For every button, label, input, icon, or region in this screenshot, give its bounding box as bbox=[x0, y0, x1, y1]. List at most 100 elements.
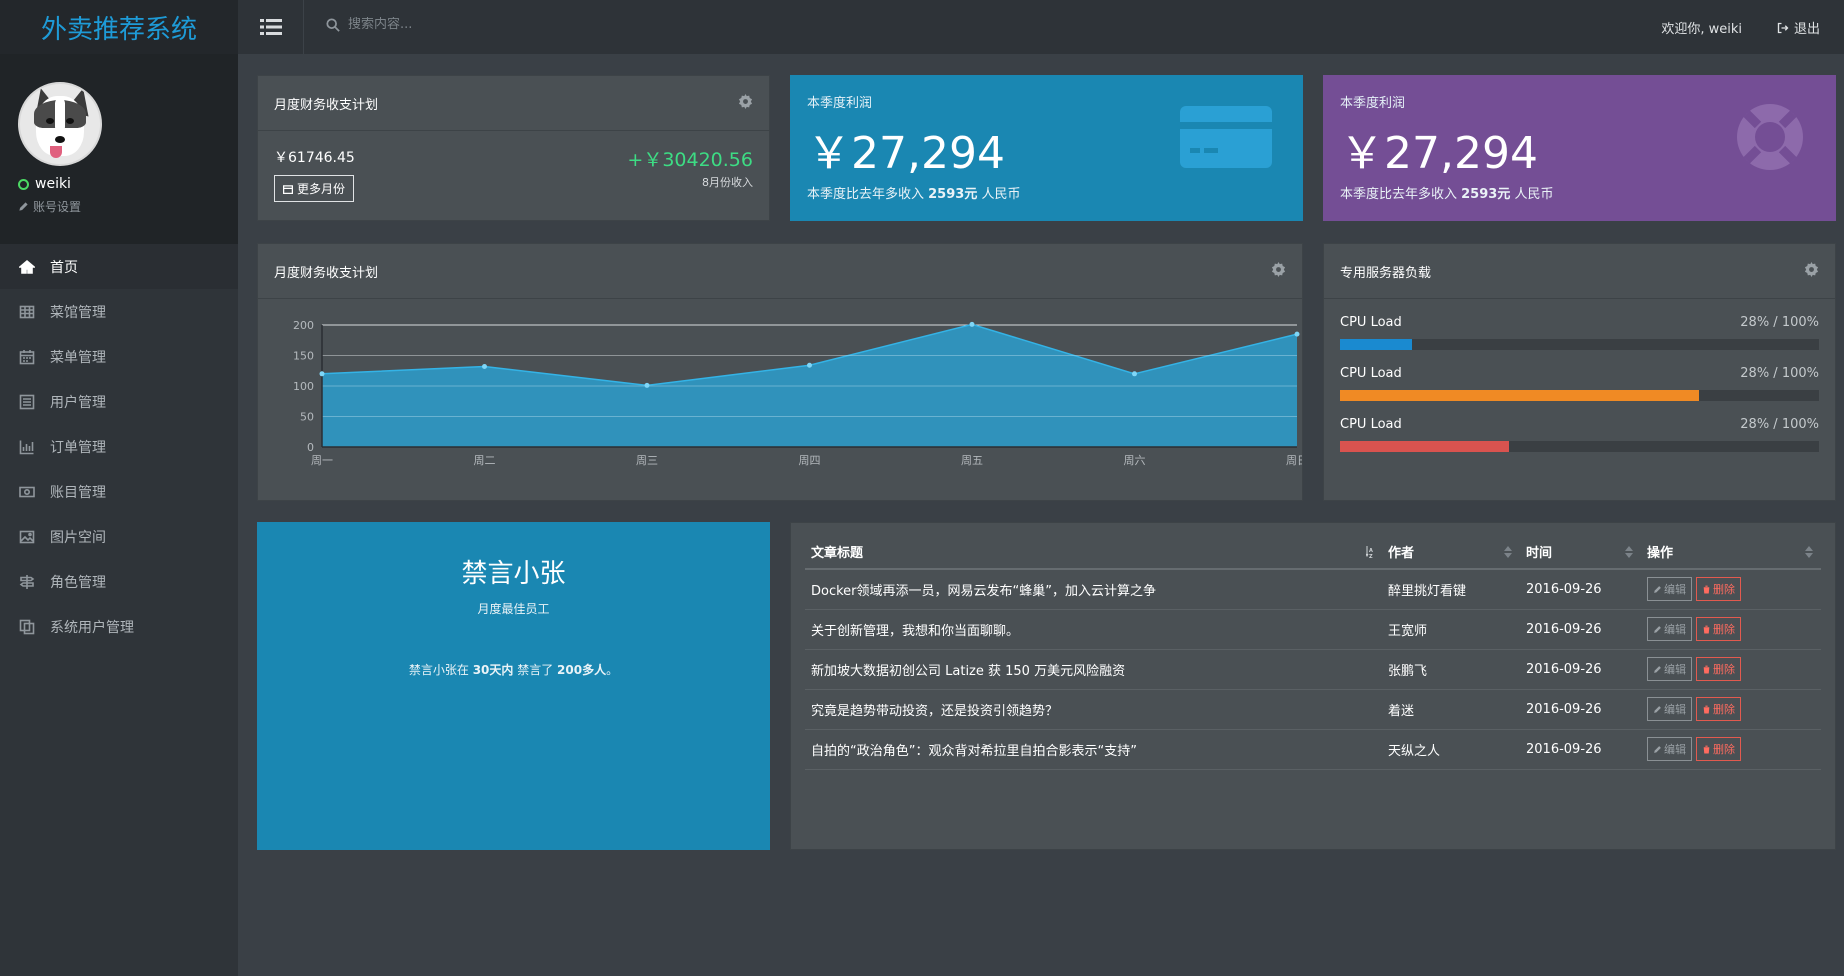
article-date: 2016-09-26 bbox=[1520, 569, 1641, 610]
article-actions: 编辑 删除 bbox=[1641, 609, 1821, 650]
y-tick-label: 0 bbox=[307, 441, 314, 454]
edit-button[interactable]: 编辑 bbox=[1647, 577, 1692, 602]
server-load-pct: 28% / 100% bbox=[1740, 417, 1819, 432]
article-author: 天纵之人 bbox=[1382, 729, 1520, 770]
copy-icon bbox=[18, 618, 36, 636]
chart-panel: 月度财务收支计划 0 50 100 150 200 周一 周二 周三 周四 周五 周六 周日 bbox=[257, 243, 1308, 501]
sidebar-item-menus[interactable]: 菜单管理 bbox=[0, 334, 238, 379]
gear-icon[interactable] bbox=[1271, 261, 1286, 281]
sidebar-item-orders[interactable]: 订单管理 bbox=[0, 424, 238, 469]
article-title[interactable]: 新加坡大数据初创公司 Latize 获 150 万美元风险融资 bbox=[805, 649, 1382, 690]
employee-subtitle: 月度最佳员工 bbox=[477, 602, 550, 616]
article-title[interactable]: 究竟是趋势带动投资，还是投资引领趋势？ bbox=[805, 689, 1382, 730]
trash-icon bbox=[1703, 625, 1710, 633]
article-author: 醉里挑灯看键 bbox=[1382, 569, 1520, 610]
gear-icon[interactable] bbox=[738, 93, 753, 113]
finance-panel: 月度财务收支计划 ￥61746.45 更多月份 +￥30420.56 8月份收入 bbox=[257, 75, 770, 221]
sidebar-item-label: 首页 bbox=[50, 259, 78, 276]
avatar[interactable] bbox=[18, 82, 102, 166]
server-load-label: CPU Load bbox=[1340, 315, 1402, 330]
sidebar-item-label: 图片空间 bbox=[50, 529, 106, 546]
sort-icon bbox=[1504, 546, 1512, 558]
app-logo[interactable]: 外卖推荐系统 bbox=[0, 0, 238, 54]
employee-name: 禁言小张 bbox=[461, 559, 566, 589]
data-point bbox=[1132, 371, 1137, 377]
server-panel: 专用服务器负载 CPU Load 28% / 100% CPU Load 28% /… bbox=[1323, 243, 1836, 501]
search-icon bbox=[326, 17, 340, 32]
edit-button[interactable]: 编辑 bbox=[1647, 737, 1692, 761]
sidebar-item-roles[interactable]: 角色管理 bbox=[0, 559, 238, 604]
edit-button[interactable]: 编辑 bbox=[1647, 657, 1692, 681]
account-settings-link[interactable]: 账号设置 bbox=[18, 198, 238, 215]
trash-icon bbox=[1703, 745, 1710, 753]
y-tick-label: 100 bbox=[293, 380, 314, 393]
edit-label: 编辑 bbox=[1664, 743, 1686, 756]
article-title[interactable]: 关于创新管理，我想和你当面聊聊。 bbox=[805, 609, 1382, 650]
username: weiki bbox=[18, 176, 238, 192]
progress-track bbox=[1340, 390, 1819, 401]
article-date: 2016-09-26 bbox=[1520, 609, 1641, 650]
edit-button[interactable]: 编辑 bbox=[1647, 697, 1692, 721]
menu-toggle-button[interactable] bbox=[238, 0, 304, 54]
article-author: 王宽师 bbox=[1382, 609, 1520, 650]
table-row: 关于创新管理，我想和你当面聊聊。 王宽师 2016-09-26 编辑 删除 bbox=[805, 609, 1821, 650]
table-row: 究竟是趋势带动投资，还是投资引领趋势？ 着迷 2016-09-26 编辑 删除 bbox=[805, 689, 1821, 730]
income-block: +￥30420.56 8月份收入 bbox=[627, 145, 753, 190]
x-tick-label: 周日 bbox=[1286, 454, 1302, 467]
sidebar-item-home[interactable]: 首页 bbox=[0, 244, 238, 289]
article-actions: 编辑 删除 bbox=[1641, 649, 1821, 690]
delete-label: 删除 bbox=[1713, 743, 1735, 756]
articles-panel: 文章标题 AZ 作者 时间 操作 Docker领域再添一员，网易云发布“蜂巢”，… bbox=[790, 522, 1836, 850]
pencil-icon bbox=[19, 202, 28, 211]
sidebar-item-accounts[interactable]: 账目管理 bbox=[0, 469, 238, 514]
picture-icon bbox=[18, 528, 36, 546]
pencil-icon bbox=[1654, 705, 1661, 713]
server-load-row: CPU Load 28% / 100% bbox=[1324, 366, 1835, 401]
top-header: 欢迎你, weiki 退出 bbox=[238, 0, 1844, 54]
delete-button[interactable]: 删除 bbox=[1696, 617, 1741, 641]
column-header-actions[interactable]: 操作 bbox=[1641, 535, 1821, 570]
trash-icon bbox=[1703, 585, 1710, 594]
article-title[interactable]: 自拍的“政治角色”：观众背对希拉里自拍合影表示“支持” bbox=[805, 729, 1382, 770]
pencil-icon bbox=[1654, 585, 1661, 593]
logout-label: 退出 bbox=[1793, 22, 1820, 37]
x-tick-label: 周三 bbox=[636, 454, 658, 467]
more-months-button[interactable]: 更多月份 bbox=[274, 175, 355, 202]
column-header-date[interactable]: 时间 bbox=[1520, 535, 1641, 570]
server-panel-header: 专用服务器负载 bbox=[1324, 244, 1835, 299]
account-settings-label: 账号设置 bbox=[33, 200, 82, 214]
column-header-author[interactable]: 作者 bbox=[1382, 535, 1520, 570]
username-label: weiki bbox=[35, 176, 71, 192]
finance-body: ￥61746.45 更多月份 +￥30420.56 8月份收入 bbox=[258, 131, 769, 221]
profit-card-1: 本季度利润 ￥27,294 本季度比去年多收入 2593元 人民币 bbox=[790, 75, 1303, 221]
delete-button[interactable]: 删除 bbox=[1696, 697, 1741, 721]
delete-button[interactable]: 删除 bbox=[1696, 657, 1741, 681]
svg-text:Z: Z bbox=[1369, 554, 1373, 558]
delete-button[interactable]: 删除 bbox=[1696, 577, 1741, 602]
sidebar-item-restaurants[interactable]: 菜馆管理 bbox=[0, 289, 238, 334]
server-load-pct: 28% / 100% bbox=[1740, 315, 1819, 330]
gear-icon[interactable] bbox=[1804, 261, 1819, 281]
profit-desc: 本季度比去年多收入 2593元 人民币 bbox=[807, 187, 1021, 202]
calendar-icon bbox=[18, 348, 36, 366]
edit-label: 编辑 bbox=[1664, 703, 1686, 716]
edit-button[interactable]: 编辑 bbox=[1647, 617, 1692, 641]
article-actions: 编辑 删除 bbox=[1641, 729, 1821, 770]
sidebar-item-label: 系统用户管理 bbox=[50, 619, 134, 636]
delete-button[interactable]: 删除 bbox=[1696, 737, 1741, 761]
progress-track bbox=[1340, 441, 1819, 452]
trash-icon bbox=[1703, 705, 1710, 713]
search-input[interactable] bbox=[348, 17, 648, 32]
table-row: 自拍的“政治角色”：观众背对希拉里自拍合影表示“支持” 天纵之人 2016-09-2… bbox=[805, 729, 1821, 770]
logout-button[interactable]: 退出 bbox=[1777, 18, 1820, 37]
sidebar-item-users[interactable]: 用户管理 bbox=[0, 379, 238, 424]
x-tick-label: 周一 bbox=[311, 454, 333, 467]
sidebar-item-images[interactable]: 图片空间 bbox=[0, 514, 238, 559]
area-chart: 0 50 100 150 200 周一 周二 周三 周四 周五 周六 周日 bbox=[293, 319, 1308, 467]
article-date: 2016-09-26 bbox=[1520, 689, 1641, 730]
column-header-title[interactable]: 文章标题 AZ bbox=[805, 535, 1382, 570]
table-row: 新加坡大数据初创公司 Latize 获 150 万美元风险融资 张鹏飞 2016-0… bbox=[805, 649, 1821, 690]
table-row: Docker领域再添一员，网易云发布“蜂巢”，加入云计算之争 醉里挑灯看键 2016… bbox=[805, 569, 1821, 610]
article-title[interactable]: Docker领域再添一员，网易云发布“蜂巢”，加入云计算之争 bbox=[805, 569, 1382, 610]
sidebar-item-system-users[interactable]: 系统用户管理 bbox=[0, 604, 238, 649]
